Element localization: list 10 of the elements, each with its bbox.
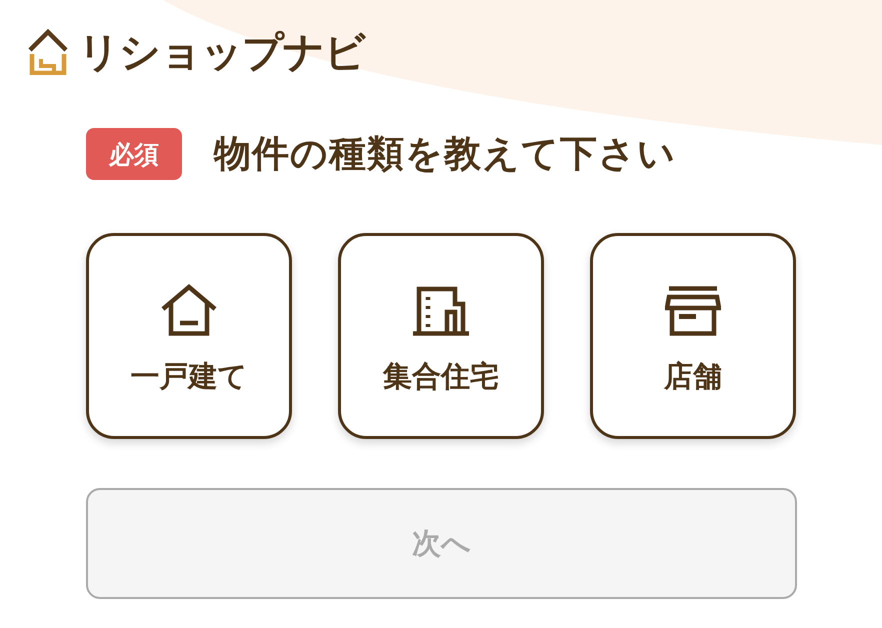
logo-text: リショップナビ: [78, 28, 365, 76]
house-icon: [161, 284, 217, 336]
building-icon: [413, 286, 469, 336]
question-text: 物件の種類を教えて下さい: [214, 131, 676, 177]
option-card[interactable]: 一戸建て: [86, 233, 292, 439]
house-logo-icon: [28, 29, 68, 75]
option-card[interactable]: 集合住宅: [338, 233, 544, 439]
required-badge: 必須: [86, 128, 182, 180]
store-icon: [665, 286, 721, 336]
option-card[interactable]: 店舗: [590, 233, 796, 439]
